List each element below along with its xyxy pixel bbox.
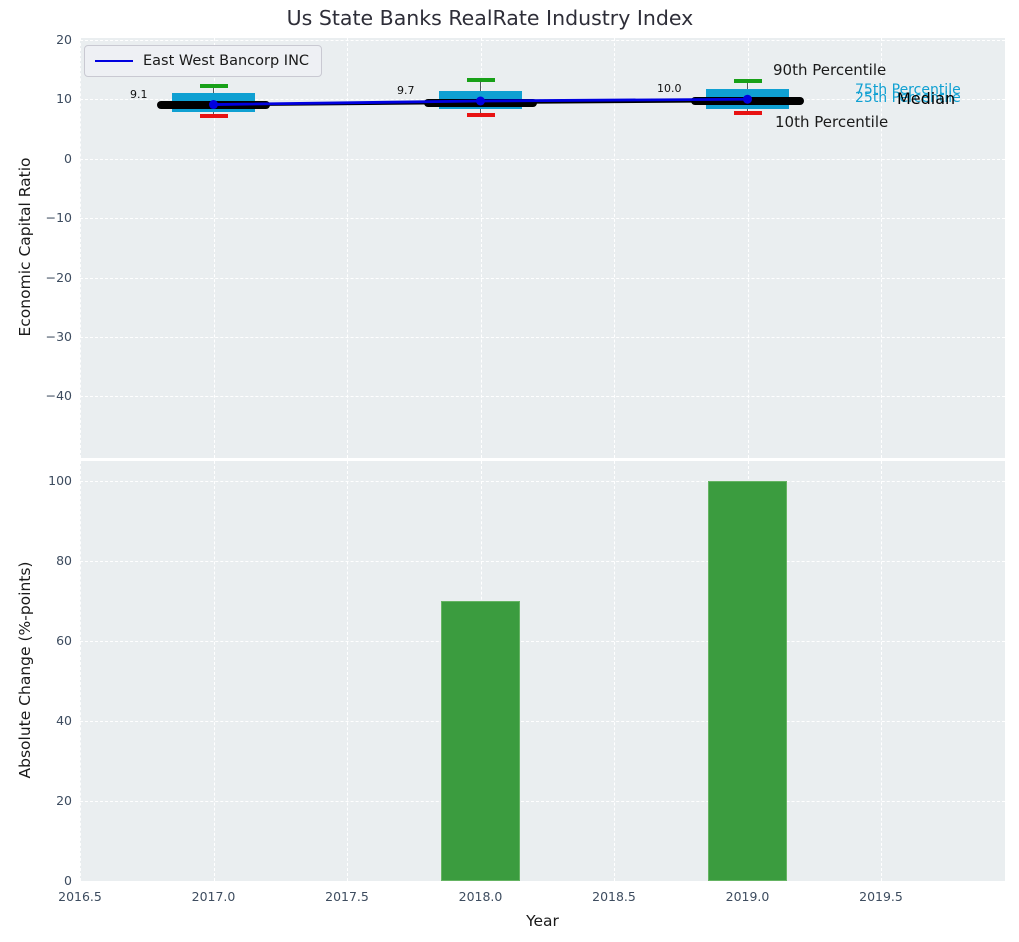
absolute-change-plot: [80, 461, 1005, 881]
annotation-90th-percentile: 90th Percentile: [773, 61, 886, 79]
gridline-horizontal: [80, 40, 1005, 41]
gridline-vertical: [881, 461, 882, 881]
gridline-horizontal: [80, 278, 1005, 279]
median-bar: [424, 99, 537, 107]
x-tick-label: 2019.0: [718, 888, 778, 906]
y-tick-label: 10: [0, 90, 72, 108]
legend-label: East West Bancorp INC: [143, 53, 309, 69]
y-tick-label: 100: [0, 472, 72, 490]
median-bar: [157, 101, 270, 109]
y-tick-label: 60: [0, 632, 72, 650]
change-bar: [441, 601, 520, 881]
gridline-horizontal: [80, 481, 1005, 482]
gridline-vertical: [347, 38, 348, 458]
x-tick-label: 2018.0: [451, 888, 511, 906]
x-axis-label: Year: [80, 912, 1005, 930]
gridline-vertical: [80, 461, 81, 881]
gridline-horizontal: [80, 801, 1005, 802]
gridline-vertical: [80, 38, 81, 458]
change-bar: [708, 481, 787, 881]
y-tick-label: −40: [0, 387, 72, 405]
whisker-cap-low: [200, 114, 228, 118]
x-tick-label: 2016.5: [50, 888, 110, 906]
y-tick-label: 20: [0, 31, 72, 49]
value-label: 10.0: [638, 82, 682, 95]
y-tick-label: 80: [0, 552, 72, 570]
economic-capital-ratio-plot: 9.19.710.090th Percentile75th Percentile…: [80, 38, 1005, 458]
gridline-vertical: [214, 461, 215, 881]
legend: East West Bancorp INC: [84, 45, 322, 77]
whisker-cap-high: [734, 79, 762, 83]
value-label: 9.7: [371, 84, 415, 97]
gridline-horizontal: [80, 159, 1005, 160]
value-label: 9.1: [104, 88, 148, 101]
figure: Us State Banks RealRate Industry Index 9…: [0, 0, 1019, 942]
x-tick-label: 2018.5: [584, 888, 644, 906]
whisker-cap-high: [467, 78, 495, 82]
gridline-horizontal: [80, 396, 1005, 397]
y-tick-label: 20: [0, 792, 72, 810]
gridline-vertical: [347, 461, 348, 881]
annotation-median: Median: [897, 89, 955, 108]
whisker-cap-high: [200, 84, 228, 88]
y-tick-label: −30: [0, 328, 72, 346]
x-tick-label: 2017.5: [317, 888, 377, 906]
x-tick-label: 2017.0: [184, 888, 244, 906]
chart-title: Us State Banks RealRate Industry Index: [0, 6, 980, 30]
gridline-horizontal: [80, 218, 1005, 219]
y-tick-label: −20: [0, 269, 72, 287]
whisker-cap-low: [734, 111, 762, 115]
median-bar: [691, 97, 804, 105]
y-tick-label: −10: [0, 209, 72, 227]
gridline-vertical: [614, 461, 615, 881]
y-axis-label-top: Economic Capital Ratio: [16, 97, 34, 397]
x-tick-label: 2019.5: [851, 888, 911, 906]
gridline-vertical: [614, 38, 615, 458]
gridline-horizontal: [80, 337, 1005, 338]
gridline-horizontal: [80, 641, 1005, 642]
whisker-cap-low: [467, 113, 495, 117]
y-tick-label: 0: [0, 150, 72, 168]
gridline-horizontal: [80, 721, 1005, 722]
y-tick-label: 40: [0, 712, 72, 730]
annotation-10th-percentile: 10th Percentile: [775, 113, 888, 131]
gridline-horizontal: [80, 561, 1005, 562]
legend-line-sample: [95, 60, 133, 62]
